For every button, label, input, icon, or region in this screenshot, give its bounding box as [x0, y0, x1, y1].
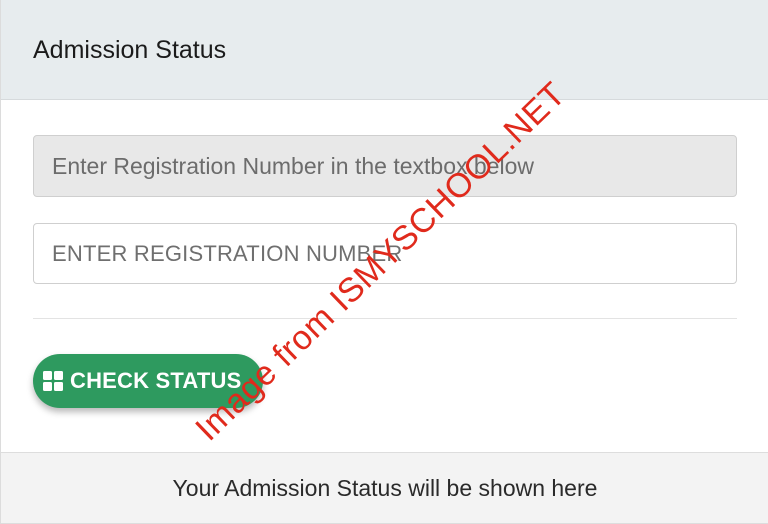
instruction-box: Enter Registration Number in the textbox… [33, 135, 737, 197]
panel-header: Admission Status [1, 0, 768, 100]
admission-status-panel: Admission Status Enter Registration Numb… [0, 0, 768, 524]
check-status-button[interactable]: CHECK STATUS [33, 354, 263, 408]
page-title: Admission Status [33, 36, 227, 64]
check-status-label: CHECK STATUS [70, 368, 242, 393]
grid-icon [43, 371, 63, 391]
status-result-area: Your Admission Status will be shown here [1, 452, 768, 524]
instruction-text: Enter Registration Number in the textbox… [52, 153, 534, 179]
registration-number-input[interactable] [33, 223, 737, 284]
status-result-text: Your Admission Status will be shown here [172, 475, 598, 501]
divider [33, 318, 737, 319]
